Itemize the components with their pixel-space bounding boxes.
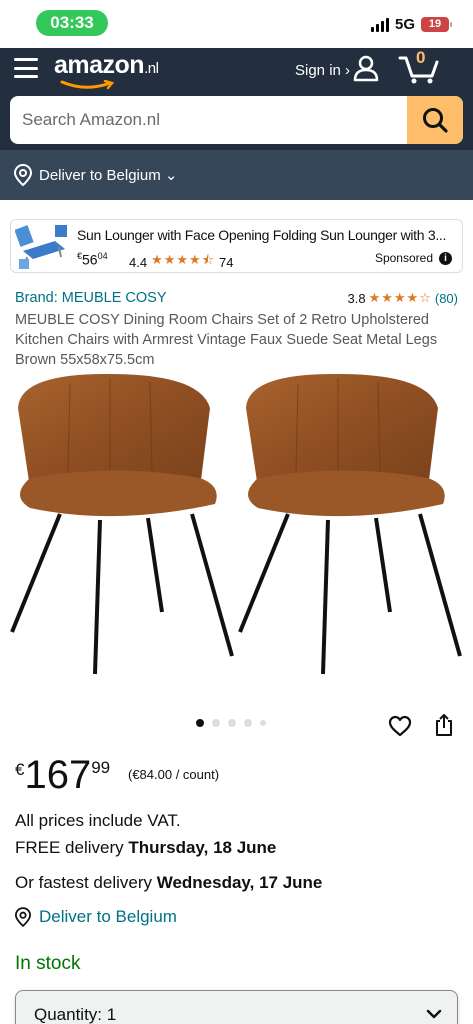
network-type: 5G xyxy=(394,16,415,33)
sign-in-link[interactable]: Sign in › xyxy=(295,62,350,79)
price-currency: € xyxy=(15,760,25,779)
share-icon[interactable] xyxy=(432,713,456,737)
carousel-dot[interactable] xyxy=(260,720,266,726)
image-carousel-dots[interactable] xyxy=(196,719,266,727)
chair-right xyxy=(238,373,462,675)
vat-note: All prices include VAT. xyxy=(15,811,181,830)
status-indicators: 5G 19 xyxy=(370,16,452,33)
brand-link[interactable]: Brand: MEUBLE COSY xyxy=(15,290,167,306)
sponsored-price: €5604 xyxy=(77,251,108,268)
user-icon[interactable] xyxy=(352,54,380,82)
stock-status: In stock xyxy=(15,953,81,974)
fastest-delivery: Or fastest delivery Wednesday, 17 June xyxy=(15,873,322,893)
signal-icon xyxy=(370,17,389,32)
battery-icon: 19 xyxy=(421,17,452,32)
cart-count: 0 xyxy=(416,48,426,67)
product-rating[interactable]: 3.8 ★★★★☆ (80) xyxy=(348,290,458,306)
free-delivery-prefix: FREE delivery xyxy=(15,838,129,857)
sun-lounger-thumbnail xyxy=(15,225,67,269)
sponsored-rating-value: 4.4 xyxy=(129,254,148,270)
search-bar xyxy=(10,96,463,144)
heart-icon[interactable] xyxy=(388,714,412,738)
unit-price: (€84.00 / count) xyxy=(128,767,220,782)
sponsored-rating: 4.4 ★★★★⯪ 74 xyxy=(129,251,233,273)
status-time: 03:33 xyxy=(36,10,108,36)
chevron-down-icon xyxy=(426,1009,442,1019)
amazon-logo[interactable]: amazon.nl xyxy=(54,51,159,80)
sponsored-stars-icon: ★★★★⯪ xyxy=(151,252,216,267)
deliver-bar[interactable]: Deliver to Belgium ⌄ xyxy=(0,150,473,200)
location-pin-icon xyxy=(14,164,32,186)
product-image[interactable] xyxy=(0,368,473,686)
free-delivery-date: Thursday, 18 June xyxy=(128,838,277,857)
sponsored-label: Sponsored xyxy=(374,251,433,265)
logo-text: amazon xyxy=(54,51,145,79)
top-header: amazon.nl Sign in › 0 xyxy=(0,48,473,150)
logo-tld: .nl xyxy=(144,60,159,77)
carousel-dot[interactable] xyxy=(244,719,252,727)
fastest-delivery-date: Wednesday, 17 June xyxy=(156,873,323,892)
deliver-label: Deliver to Belgium ⌄ xyxy=(39,167,178,184)
price-whole: 167 xyxy=(24,753,92,797)
carousel-dot[interactable] xyxy=(212,719,220,727)
product-title: MEUBLE COSY Dining Room Chairs Set of 2 … xyxy=(15,312,438,368)
sponsored-price-whole: 56 xyxy=(82,251,98,268)
price-fraction: 99 xyxy=(91,758,111,777)
free-delivery: FREE delivery Thursday, 18 June xyxy=(15,838,276,858)
price: € 167 99 xyxy=(15,752,110,798)
sponsored-review-count: 74 xyxy=(219,254,234,270)
menu-icon[interactable] xyxy=(14,58,38,78)
search-button[interactable] xyxy=(407,96,463,144)
logo-smile-icon xyxy=(60,80,115,90)
search-input[interactable] xyxy=(10,96,406,144)
deliver-to-link[interactable]: Deliver to Belgium xyxy=(15,907,177,927)
sponsored-ad[interactable]: Sun Lounger with Face Opening Folding Su… xyxy=(10,219,463,273)
sponsored-price-fraction: 04 xyxy=(97,251,108,261)
product-rating-value: 3.8 xyxy=(347,290,366,306)
chair-left xyxy=(10,373,234,675)
sponsored-title: Sun Lounger with Face Opening Folding Su… xyxy=(77,227,447,243)
deliver-to-label: Deliver to Belgium xyxy=(39,907,177,926)
product-stars-icon: ★★★★☆ xyxy=(368,290,432,305)
quantity-select[interactable]: Quantity: 1 xyxy=(15,990,458,1024)
carousel-dot[interactable] xyxy=(228,719,236,727)
quantity-label: Quantity: 1 xyxy=(34,1005,117,1024)
search-icon xyxy=(423,108,448,133)
carousel-dot[interactable] xyxy=(196,719,204,727)
location-pin-icon xyxy=(15,907,31,927)
sponsored-badge[interactable]: Sponsored i xyxy=(375,251,452,265)
product-review-count: (80) xyxy=(434,290,458,306)
status-bar: 03:33 5G 19 xyxy=(0,0,473,48)
fastest-delivery-prefix: Or fastest delivery xyxy=(15,873,157,892)
info-icon: i xyxy=(439,251,452,265)
